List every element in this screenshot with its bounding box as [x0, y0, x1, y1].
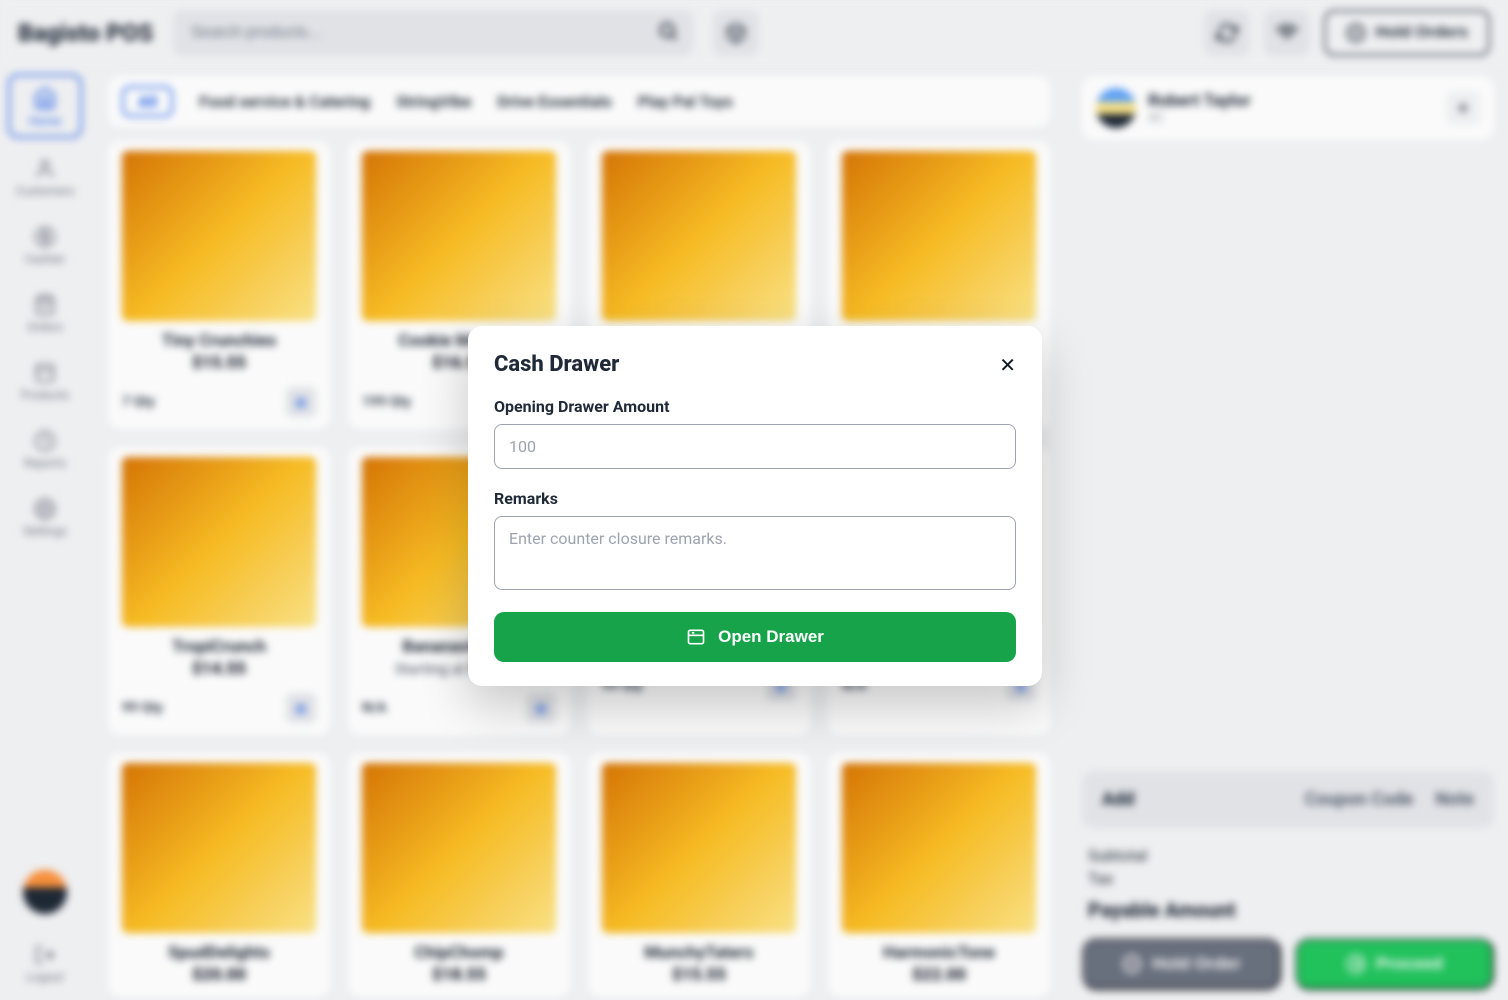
remarks-input[interactable] — [494, 516, 1016, 590]
amount-label: Opening Drawer Amount — [494, 397, 1016, 416]
drawer-icon — [686, 627, 706, 647]
modal-overlay: Cash Drawer ✕ Opening Drawer Amount Rema… — [0, 0, 1508, 1000]
open-drawer-label: Open Drawer — [718, 627, 824, 647]
modal-title: Cash Drawer — [494, 352, 619, 377]
remarks-label: Remarks — [494, 489, 1016, 508]
cash-drawer-modal: Cash Drawer ✕ Opening Drawer Amount Rema… — [468, 326, 1042, 686]
amount-input[interactable] — [494, 424, 1016, 469]
open-drawer-button[interactable]: Open Drawer — [494, 612, 1016, 662]
close-icon[interactable]: ✕ — [999, 353, 1016, 377]
